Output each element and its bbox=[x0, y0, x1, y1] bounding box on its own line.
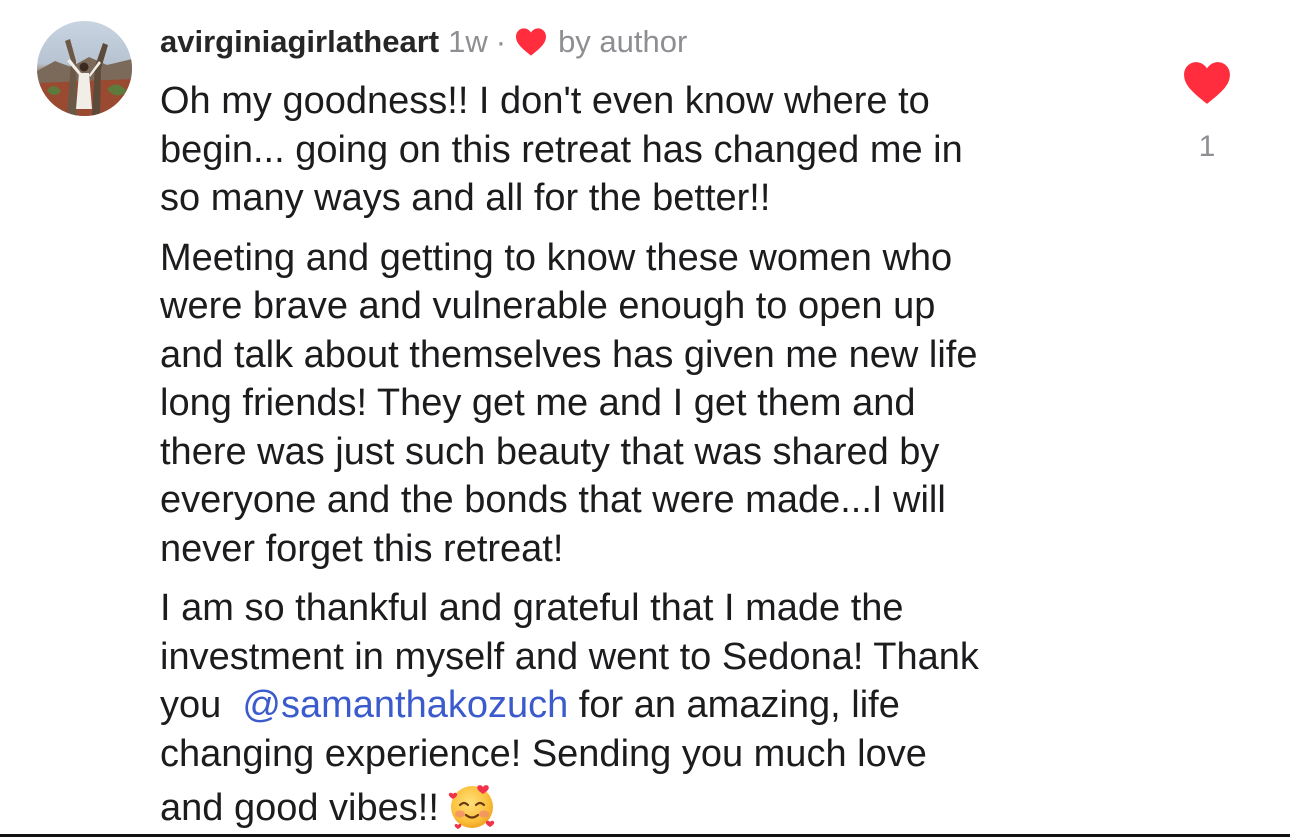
comment-header: avirginiagirlatheart 1w · by author bbox=[160, 20, 1140, 64]
text-line: begin... going on this retreat has chang… bbox=[160, 128, 963, 171]
text-line: everyone and the bonds that were made...… bbox=[160, 479, 946, 521]
comment-paragraph: Meeting and getting to know these women … bbox=[160, 234, 1140, 574]
text-fragment: you bbox=[160, 684, 243, 726]
comment-paragraph: Oh my goodness!! I don't even know where… bbox=[160, 77, 1140, 223]
like-count[interactable]: 1 bbox=[1178, 130, 1236, 164]
avatar[interactable] bbox=[37, 21, 132, 116]
timestamp: 1w bbox=[448, 24, 488, 59]
text-line: were brave and vulnerable enough to open… bbox=[160, 285, 936, 327]
text-line: changing experience! Sending you much lo… bbox=[160, 732, 927, 775]
text-line-with-emoji: and good vibes!! bbox=[160, 778, 1140, 833]
profile-photo-avatar bbox=[37, 21, 132, 116]
comment: avirginiagirlatheart 1w · by author Oh m… bbox=[0, 0, 1290, 837]
text-fragment: for an amazing, life bbox=[568, 684, 900, 726]
text-line: investment in myself and went to Sedona!… bbox=[160, 635, 979, 678]
text-line: never forget this retreat! bbox=[160, 527, 564, 570]
text-line: there was just such beauty that was shar… bbox=[160, 430, 940, 473]
heart-icon bbox=[516, 28, 547, 56]
text-line: and talk about themselves has given me n… bbox=[160, 333, 978, 376]
text-line: Oh my goodness!! I don't even know where… bbox=[160, 80, 930, 122]
comment-body: avirginiagirlatheart 1w · by author Oh m… bbox=[160, 20, 1140, 833]
text-line: so many ways and all for the better!! bbox=[160, 177, 771, 219]
username-link[interactable]: avirginiagirlatheart bbox=[160, 24, 439, 60]
text-line: I am so thankful and grateful that I mad… bbox=[160, 587, 904, 629]
like-heart-button[interactable] bbox=[1182, 60, 1232, 106]
comment-paragraph: I am so thankful and grateful that I mad… bbox=[160, 584, 1140, 833]
text-line: Meeting and getting to know these women … bbox=[160, 236, 953, 279]
like-control: 1 bbox=[1178, 60, 1236, 164]
text-line: long friends! They get me and I get them… bbox=[160, 382, 916, 424]
smiling-face-with-hearts-emoji bbox=[448, 785, 495, 829]
text-fragment: and good vibes!! bbox=[160, 787, 439, 829]
text-line-with-mention: you @samanthakozuch for an amazing, life bbox=[160, 681, 1140, 730]
separator-dot: · bbox=[495, 24, 507, 59]
mention-link[interactable]: @samanthakozuch bbox=[242, 684, 568, 726]
liked-by-author-label: by author bbox=[558, 24, 688, 59]
